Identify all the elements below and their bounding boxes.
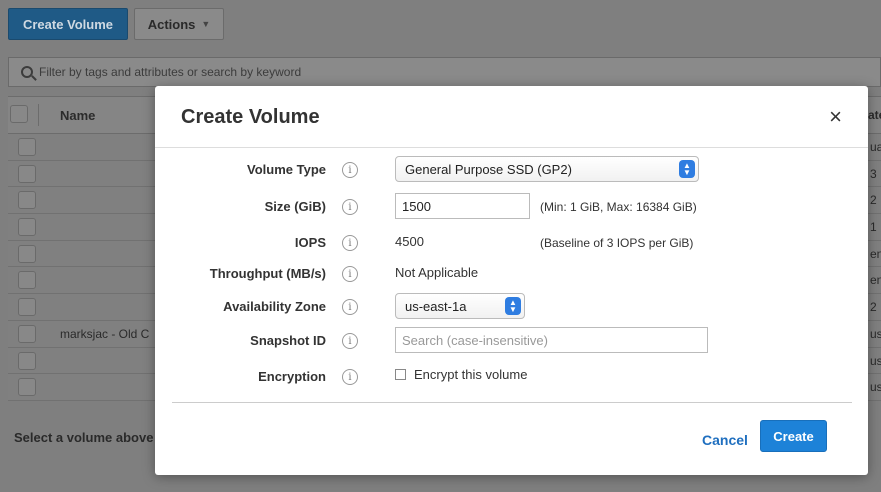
filter-search-bar[interactable]: Filter by tags and attributes or search …: [8, 57, 881, 87]
row-checkbox[interactable]: [18, 164, 36, 183]
info-icon[interactable]: i: [342, 369, 358, 385]
throughput-row: Throughput (MB/s) i Not Applicable: [155, 260, 868, 288]
row-partial-cell: 2: [870, 193, 877, 208]
row-checkbox[interactable]: [18, 298, 36, 317]
size-input[interactable]: 1500: [395, 193, 530, 219]
dialog-header: Create Volume ×: [155, 86, 868, 148]
info-icon[interactable]: i: [342, 299, 358, 315]
create-volume-button[interactable]: Create Volume: [8, 8, 128, 40]
toolbar: Create Volume Actions ▼: [0, 0, 881, 48]
row-checkbox[interactable]: [18, 271, 36, 290]
availability-zone-select[interactable]: us-east-1a ▲ ▼: [395, 293, 525, 319]
create-button[interactable]: Create: [760, 420, 827, 452]
row-checkbox[interactable]: [18, 138, 36, 156]
iops-label: IOPS: [294, 235, 326, 250]
actions-label: Actions: [147, 16, 196, 32]
actions-dropdown[interactable]: Actions ▼: [134, 8, 224, 40]
select-arrows-icon: ▲ ▼: [679, 160, 695, 178]
dialog-title: Create Volume: [181, 106, 320, 128]
close-icon[interactable]: ×: [829, 106, 842, 128]
throughput-label: Throughput (MB/s): [209, 266, 326, 281]
size-value: 1500: [402, 198, 431, 214]
column-header-partial: ate: [868, 108, 881, 122]
row-partial-cell: en: [870, 273, 881, 288]
info-icon[interactable]: i: [342, 235, 358, 251]
availability-zone-label: Availability Zone: [223, 299, 326, 314]
volume-type-label: Volume Type: [247, 162, 326, 177]
search-placeholder: Filter by tags and attributes or search …: [39, 65, 302, 79]
info-icon[interactable]: i: [342, 162, 358, 178]
info-icon[interactable]: i: [342, 333, 358, 349]
encrypt-volume-label: Encrypt this volume: [414, 367, 528, 382]
row-partial-cell: 1: [870, 220, 877, 235]
cancel-button[interactable]: Cancel: [702, 432, 748, 448]
snapshot-id-label: Snapshot ID: [250, 333, 326, 348]
snapshot-id-placeholder: Search (case-insensitive): [402, 332, 548, 348]
create-volume-dialog: Create Volume × Volume Type i General Pu…: [155, 86, 868, 475]
info-icon[interactable]: i: [342, 266, 358, 282]
column-divider: [38, 104, 39, 126]
availability-zone-value: us-east-1a: [405, 298, 467, 314]
encryption-label: Encryption: [258, 369, 326, 384]
volume-type-select[interactable]: General Purpose SSD (GP2) ▲ ▼: [395, 156, 699, 182]
row-checkbox[interactable]: [18, 218, 36, 237]
dialog-divider: [172, 402, 852, 403]
row-partial-cell: us: [870, 326, 881, 341]
row-partial-cell: 3: [870, 166, 877, 181]
volume-type-row: Volume Type i General Purpose SSD (GP2) …: [155, 156, 868, 184]
encrypt-volume-option[interactable]: Encrypt this volume: [395, 367, 527, 382]
row-partial-cell: us: [870, 380, 881, 395]
encrypt-volume-checkbox[interactable]: [395, 369, 406, 380]
iops-value: 4500: [395, 234, 424, 249]
row-checkbox[interactable]: [18, 324, 36, 343]
row-name: marksjac - Old C: [60, 326, 150, 341]
row-checkbox[interactable]: [18, 378, 36, 397]
row-checkbox[interactable]: [18, 191, 36, 210]
volume-type-value: General Purpose SSD (GP2): [405, 161, 572, 177]
availability-zone-row: Availability Zone i us-east-1a ▲ ▼: [155, 293, 868, 321]
table-footer-text: Select a volume above: [14, 430, 154, 445]
column-header-name[interactable]: Name: [60, 108, 95, 123]
snapshot-id-row: Snapshot ID i Search (case-insensitive): [155, 327, 868, 355]
search-icon: [21, 66, 33, 78]
chevron-down-icon: ▼: [201, 19, 211, 29]
size-hint: (Min: 1 GiB, Max: 16384 GiB): [540, 200, 697, 214]
row-checkbox[interactable]: [18, 244, 36, 263]
info-icon[interactable]: i: [342, 199, 358, 215]
row-partial-cell: 2: [870, 300, 877, 315]
row-checkbox[interactable]: [18, 351, 36, 370]
row-partial-cell: ua: [870, 140, 881, 154]
row-partial-cell: us: [870, 353, 881, 368]
throughput-value: Not Applicable: [395, 265, 479, 280]
size-label: Size (GiB): [264, 199, 326, 214]
encryption-row: Encryption i Encrypt this volume: [155, 363, 868, 391]
select-all-checkbox[interactable]: [10, 105, 28, 123]
iops-hint: (Baseline of 3 IOPS per GiB): [540, 236, 694, 250]
snapshot-id-input[interactable]: Search (case-insensitive): [395, 327, 708, 353]
size-row: Size (GiB) i 1500 (Min: 1 GiB, Max: 1638…: [155, 193, 868, 221]
select-arrows-icon: ▲ ▼: [505, 297, 521, 315]
iops-row: IOPS i 4500 (Baseline of 3 IOPS per GiB): [155, 229, 868, 257]
row-partial-cell: en: [870, 246, 881, 261]
